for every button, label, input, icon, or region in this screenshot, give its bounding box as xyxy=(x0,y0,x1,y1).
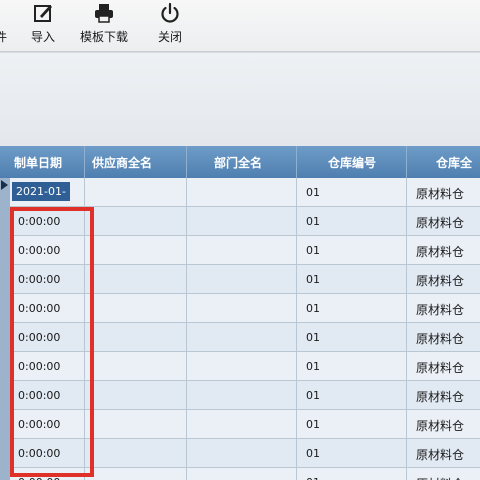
template-download-label: 模板下载 xyxy=(79,30,128,44)
warehouse-code-cell[interactable]: 01 xyxy=(306,360,320,373)
close-label: 关闭 xyxy=(157,30,182,44)
warehouse-code-cell[interactable]: 01 xyxy=(306,273,320,286)
close-button[interactable]: 关闭 xyxy=(152,0,188,52)
warehouse-name-cell[interactable]: 原材料仓 xyxy=(416,330,464,347)
header-divider xyxy=(296,146,297,178)
column-header-warehouse-name[interactable]: 仓库全 xyxy=(436,154,472,171)
warehouse-name-cell[interactable]: 原材料仓 xyxy=(416,475,464,480)
highlight-annotation xyxy=(10,207,94,477)
table-row[interactable]: 2021-01- 01 原材料仓 xyxy=(10,178,480,207)
warehouse-code-cell[interactable]: 01 xyxy=(306,476,320,480)
import-label: 导入 xyxy=(30,30,55,44)
import-button[interactable]: 导入 xyxy=(26,0,60,52)
warehouse-name-cell[interactable]: 原材料仓 xyxy=(416,214,464,231)
column-divider[interactable] xyxy=(406,178,407,480)
warehouse-code-cell[interactable]: 01 xyxy=(306,331,320,344)
grid-header: 制单日期 供应商全名 部门全名 仓库编号 仓库全 xyxy=(0,146,480,178)
row-selector-column[interactable] xyxy=(0,178,10,480)
warehouse-code-cell[interactable]: 01 xyxy=(306,447,320,460)
warehouse-code-cell[interactable]: 01 xyxy=(306,302,320,315)
column-header-warehouse-code[interactable]: 仓库编号 xyxy=(328,154,376,171)
column-header-department[interactable]: 部门全名 xyxy=(214,154,262,171)
header-divider xyxy=(84,146,85,178)
edit-icon xyxy=(34,5,52,22)
warehouse-name-cell[interactable]: 原材料仓 xyxy=(416,243,464,260)
partial-label: 件 xyxy=(0,30,7,44)
header-divider xyxy=(186,146,187,178)
warehouse-code-cell[interactable]: 01 xyxy=(306,244,320,257)
column-header-date[interactable]: 制单日期 xyxy=(14,154,62,171)
warehouse-code-cell[interactable]: 01 xyxy=(306,389,320,402)
column-header-supplier[interactable]: 供应商全名 xyxy=(92,154,152,171)
toolbar-partial-button[interactable]: 件 xyxy=(0,0,8,52)
warehouse-code-cell[interactable]: 01 xyxy=(306,418,320,431)
warehouse-code-cell[interactable]: 01 xyxy=(306,186,320,199)
warehouse-name-cell[interactable]: 原材料仓 xyxy=(416,301,464,318)
warehouse-name-cell[interactable]: 原材料仓 xyxy=(416,446,464,463)
toolbar: 件 导入 模板下载 关闭 xyxy=(0,0,480,52)
date-cell[interactable]: 2021-01- xyxy=(12,182,70,201)
template-download-button[interactable]: 模板下载 xyxy=(76,0,132,52)
warehouse-name-cell[interactable]: 原材料仓 xyxy=(416,272,464,289)
warehouse-name-cell[interactable]: 原材料仓 xyxy=(416,388,464,405)
partial-icon xyxy=(0,2,16,24)
warehouse-name-cell[interactable]: 原材料仓 xyxy=(416,417,464,434)
current-row-marker-icon xyxy=(1,180,8,190)
column-divider[interactable] xyxy=(186,178,187,480)
warehouse-name-cell[interactable]: 原材料仓 xyxy=(416,359,464,376)
column-divider[interactable] xyxy=(296,178,297,480)
power-icon xyxy=(161,2,179,23)
header-divider xyxy=(406,146,407,178)
warehouse-name-cell[interactable]: 原材料仓 xyxy=(416,185,464,202)
warehouse-code-cell[interactable]: 01 xyxy=(306,215,320,228)
printer-icon xyxy=(95,4,113,23)
filter-area xyxy=(0,53,480,146)
